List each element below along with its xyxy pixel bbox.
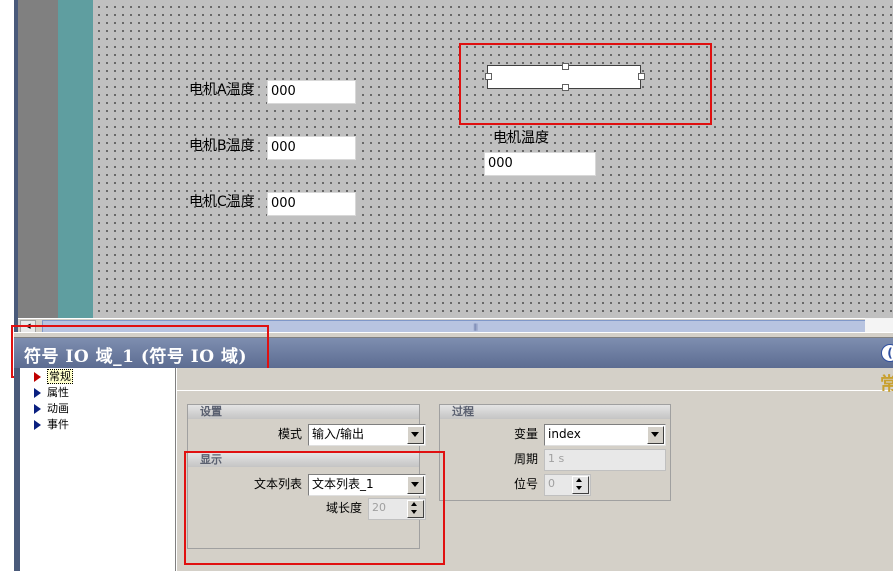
motor-c-io-field[interactable]: 000 xyxy=(267,192,356,216)
motor-b-io-field[interactable]: 000 xyxy=(267,136,356,160)
screen-margin-teal xyxy=(58,0,93,318)
process-group-header: 过程 xyxy=(440,404,670,419)
bit-value: 0 xyxy=(548,477,555,490)
highlight-box-canvas xyxy=(459,43,712,125)
variable-dropdown[interactable]: index xyxy=(544,424,666,446)
cycle-label: 周期 xyxy=(513,452,538,466)
motor-a-label: 电机A温度 xyxy=(189,82,255,98)
grip-icon: ||| xyxy=(473,323,478,331)
settings-group-header: 设置 xyxy=(188,404,419,419)
mode-dropdown[interactable]: 输入/输出 xyxy=(308,424,426,446)
motor-temp-io-field[interactable]: 000 xyxy=(484,152,596,176)
variable-label: 变量 xyxy=(513,427,538,441)
property-tree: 常规 属性 动画 事件 xyxy=(14,368,176,571)
cycle-field: 1 s xyxy=(544,449,666,471)
spinner-arrows-icon xyxy=(572,476,589,494)
expand-arrow-icon xyxy=(34,372,41,382)
properties-header: 常 xyxy=(177,368,893,395)
motor-a-io-field[interactable]: 000 xyxy=(267,80,356,104)
bit-spinner: 0 xyxy=(544,474,591,496)
expand-arrow-icon xyxy=(34,404,41,414)
dropdown-arrow-icon[interactable] xyxy=(647,426,664,444)
motor-b-label: 电机B温度 xyxy=(189,138,255,154)
motor-temp-label: 电机温度 xyxy=(493,130,549,146)
tree-item-events[interactable]: 事件 xyxy=(34,418,69,432)
mode-value: 输入/输出 xyxy=(312,427,365,441)
left-gutter xyxy=(0,0,14,338)
tree-item-general[interactable]: 常规 xyxy=(34,369,73,384)
process-group: 过程 变量 index 周期 1 s 位号 0 xyxy=(439,404,671,501)
mode-label: 模式 xyxy=(277,427,302,441)
scrollbar-end xyxy=(865,318,893,332)
screen-margin-gray xyxy=(18,0,58,318)
expand-arrow-icon xyxy=(34,420,41,430)
bit-label: 位号 xyxy=(513,477,538,491)
tree-item-animations[interactable]: 动画 xyxy=(34,402,69,416)
expand-arrow-icon xyxy=(34,388,41,398)
variable-value: index xyxy=(548,427,581,441)
motor-c-label: 电机C温度 xyxy=(189,194,255,210)
tree-item-properties[interactable]: 属性 xyxy=(34,386,69,400)
dropdown-arrow-icon[interactable] xyxy=(407,426,424,444)
section-title-fragment: 常 xyxy=(880,374,893,395)
highlight-box-display xyxy=(184,451,445,565)
help-icon[interactable]: ( xyxy=(881,344,893,362)
